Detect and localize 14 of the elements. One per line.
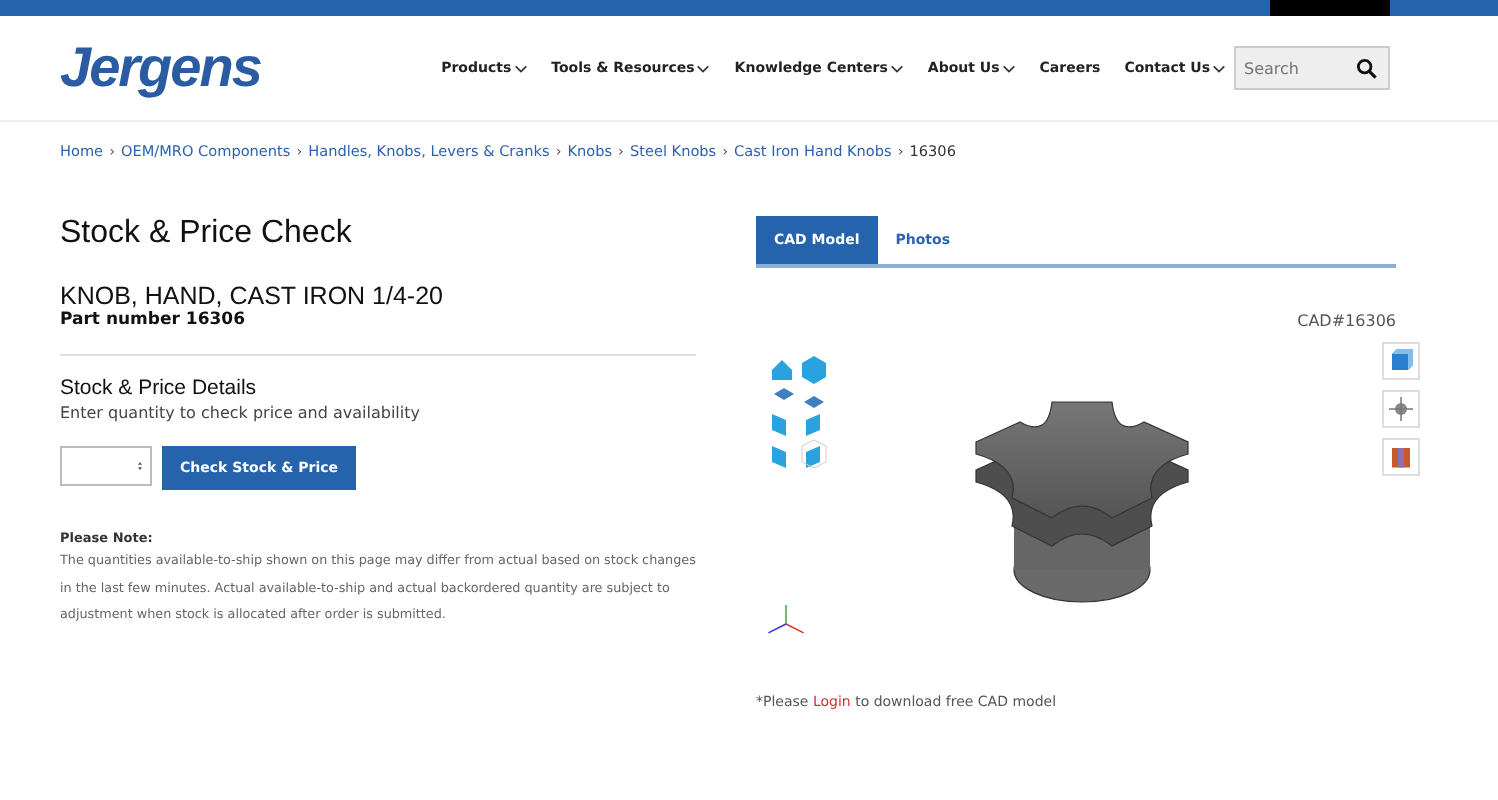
view-cube-drawing[interactable] <box>768 354 828 474</box>
search-field[interactable]: Search <box>1234 46 1390 90</box>
instruction-text: Enter quantity to check price and availability <box>60 404 422 422</box>
product-name: KNOB, HAND, CAST IRON 1/4-20 <box>60 282 445 310</box>
page-title: Stock & Price Check <box>60 216 354 252</box>
cad-number: CAD#16306 <box>1297 312 1396 330</box>
search-icon[interactable] <box>1356 58 1378 80</box>
target-icon[interactable] <box>1382 390 1420 428</box>
quantity-field[interactable] <box>60 446 152 486</box>
logo[interactable]: Jergens <box>60 36 261 100</box>
section-title: Stock & Price Details <box>60 376 259 400</box>
cube-icon[interactable] <box>1382 342 1420 380</box>
part-number: Part number 16306 <box>60 310 247 330</box>
section-view-icon[interactable] <box>1382 438 1420 476</box>
